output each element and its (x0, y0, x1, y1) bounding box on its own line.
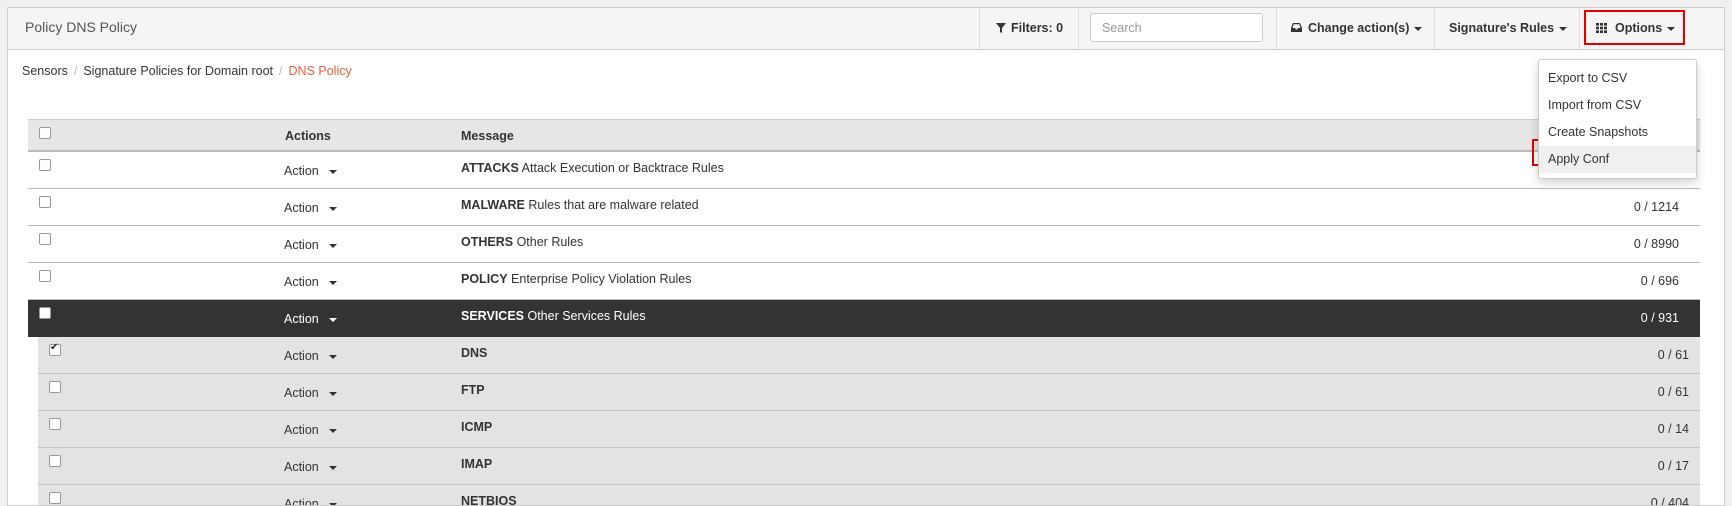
sub-row[interactable]: Action NETBIOS 0 / 404 (38, 485, 1700, 506)
row-checkbox[interactable] (39, 196, 51, 208)
signature-rules-label: Signature's Rules (1449, 21, 1555, 35)
policy-panel: Policy DNS Policy Filters: 0 Change acti… (7, 7, 1725, 506)
page-title: Policy DNS Policy (25, 19, 138, 35)
options-dropdown-menu: Export to CSV Import from CSV Create Sna… (1538, 59, 1697, 179)
table-row[interactable]: Action POLICY Enterprise Policy Violatio… (28, 263, 1700, 300)
row-checkbox[interactable] (49, 492, 61, 504)
rules-table: Actions Message Action ATTACKS Attack Ex… (28, 119, 1700, 506)
chevron-down-icon (328, 428, 337, 433)
row-count: 0 / 14 (1657, 422, 1689, 436)
row-checkbox[interactable] (39, 159, 51, 171)
chevron-down-icon (328, 317, 337, 322)
inbox-icon (1291, 23, 1302, 32)
row-message: MALWARE Rules that are malware related (461, 198, 699, 212)
toolbar-divider (979, 8, 980, 49)
row-message: IMAP (461, 457, 493, 471)
toolbar-divider (1078, 8, 1079, 49)
change-actions-label: Change action(s) (1308, 21, 1410, 35)
breadcrumb-separator: / (279, 64, 283, 78)
row-checkbox[interactable] (39, 307, 51, 319)
row-count: 0 / 696 (1640, 274, 1679, 288)
row-checkbox[interactable] (39, 270, 51, 282)
action-dropdown[interactable]: Action (284, 164, 337, 178)
column-header-message: Message (461, 129, 514, 143)
action-dropdown[interactable]: Action (284, 312, 337, 326)
grid-icon (1596, 23, 1607, 33)
chevron-down-icon (328, 354, 337, 359)
top-toolbar: Policy DNS Policy Filters: 0 Change acti… (8, 8, 1724, 50)
chevron-down-icon (328, 169, 337, 174)
row-message: FTP (461, 383, 485, 397)
table-row[interactable]: Action OTHERS Other Rules 0 / 8990 (28, 226, 1700, 263)
table-row[interactable]: Action MALWARE Rules that are malware re… (28, 189, 1700, 226)
row-message: SERVICES Other Services Rules (461, 309, 646, 323)
sub-row[interactable]: Action DNS 0 / 61 (38, 337, 1700, 374)
row-count: 0 / 404 (1650, 496, 1689, 506)
chevron-down-icon (1414, 26, 1423, 31)
action-dropdown[interactable]: Action (284, 386, 337, 400)
sub-row[interactable]: Action IMAP 0 / 17 (38, 448, 1700, 485)
options-label: Options (1615, 21, 1663, 35)
row-message: ATTACKS Attack Execution or Backtrace Ru… (461, 161, 724, 175)
row-message: POLICY Enterprise Policy Violation Rules (461, 272, 692, 286)
row-count: 0 / 61 (1657, 385, 1689, 399)
action-dropdown[interactable]: Action (284, 497, 337, 505)
chevron-down-icon (328, 391, 337, 396)
chevron-down-icon (328, 280, 337, 285)
row-checkbox[interactable] (39, 233, 51, 245)
row-count: 0 / 8990 (1633, 237, 1679, 251)
select-all-checkbox[interactable] (39, 127, 51, 139)
chevron-down-icon (1667, 26, 1676, 31)
change-actions-button[interactable]: Change action(s) (1291, 8, 1423, 49)
filter-icon (996, 23, 1006, 33)
row-message: NETBIOS (461, 494, 517, 506)
row-message: OTHERS Other Rules (461, 235, 584, 249)
action-dropdown[interactable]: Action (284, 238, 337, 252)
filters-label: Filters: 0 (1011, 21, 1064, 35)
row-message: DNS (461, 346, 488, 360)
chevron-down-icon (328, 206, 337, 211)
row-count: 0 / 17 (1657, 459, 1689, 473)
row-message: ICMP (461, 420, 493, 434)
row-count: 0 / 1214 (1633, 200, 1679, 214)
sub-row[interactable]: Action ICMP 0 / 14 (38, 411, 1700, 448)
column-header-actions: Actions (285, 129, 331, 143)
toolbar-divider (1276, 8, 1277, 49)
menu-item-create-snapshots[interactable]: Create Snapshots (1539, 119, 1696, 146)
action-dropdown[interactable]: Action (284, 349, 337, 363)
sub-row[interactable]: Action FTP 0 / 61 (38, 374, 1700, 411)
filters-button[interactable]: Filters: 0 (996, 8, 1063, 49)
table-header: Actions Message (28, 119, 1700, 152)
search-input[interactable] (1090, 13, 1263, 42)
action-dropdown[interactable]: Action (284, 460, 337, 474)
row-count: 0 / 931 (1640, 311, 1679, 325)
breadcrumb-signature-policies[interactable]: Signature Policies for Domain root (83, 64, 273, 78)
options-button[interactable]: Options (1596, 8, 1676, 49)
menu-item-apply-conf[interactable]: Apply Conf (1539, 146, 1696, 173)
action-dropdown[interactable]: Action (284, 275, 337, 289)
breadcrumb: Sensors / Signature Policies for Domain ro… (22, 64, 352, 78)
row-count: 0 / 61 (1657, 348, 1689, 362)
action-dropdown[interactable]: Action (284, 201, 337, 215)
menu-item-export-csv[interactable]: Export to CSV (1539, 65, 1696, 92)
breadcrumb-current: DNS Policy (288, 64, 352, 78)
chevron-down-icon (328, 465, 337, 470)
breadcrumb-sensors[interactable]: Sensors (22, 64, 68, 78)
chevron-down-icon (1559, 26, 1568, 31)
toolbar-divider (1434, 8, 1435, 49)
row-checkbox[interactable] (49, 381, 61, 393)
action-dropdown[interactable]: Action (284, 423, 337, 437)
chevron-down-icon (328, 243, 337, 248)
breadcrumb-separator: / (73, 64, 78, 78)
row-checkbox[interactable] (49, 418, 61, 430)
row-checkbox[interactable] (49, 342, 61, 356)
table-row-selected[interactable]: Action SERVICES Other Services Rules 0 /… (28, 300, 1700, 337)
menu-item-import-csv[interactable]: Import from CSV (1539, 92, 1696, 119)
toolbar-divider (1579, 8, 1580, 49)
row-checkbox[interactable] (49, 455, 61, 467)
table-row[interactable]: Action ATTACKS Attack Execution or Backt… (28, 152, 1700, 189)
signature-rules-button[interactable]: Signature's Rules (1449, 8, 1568, 49)
